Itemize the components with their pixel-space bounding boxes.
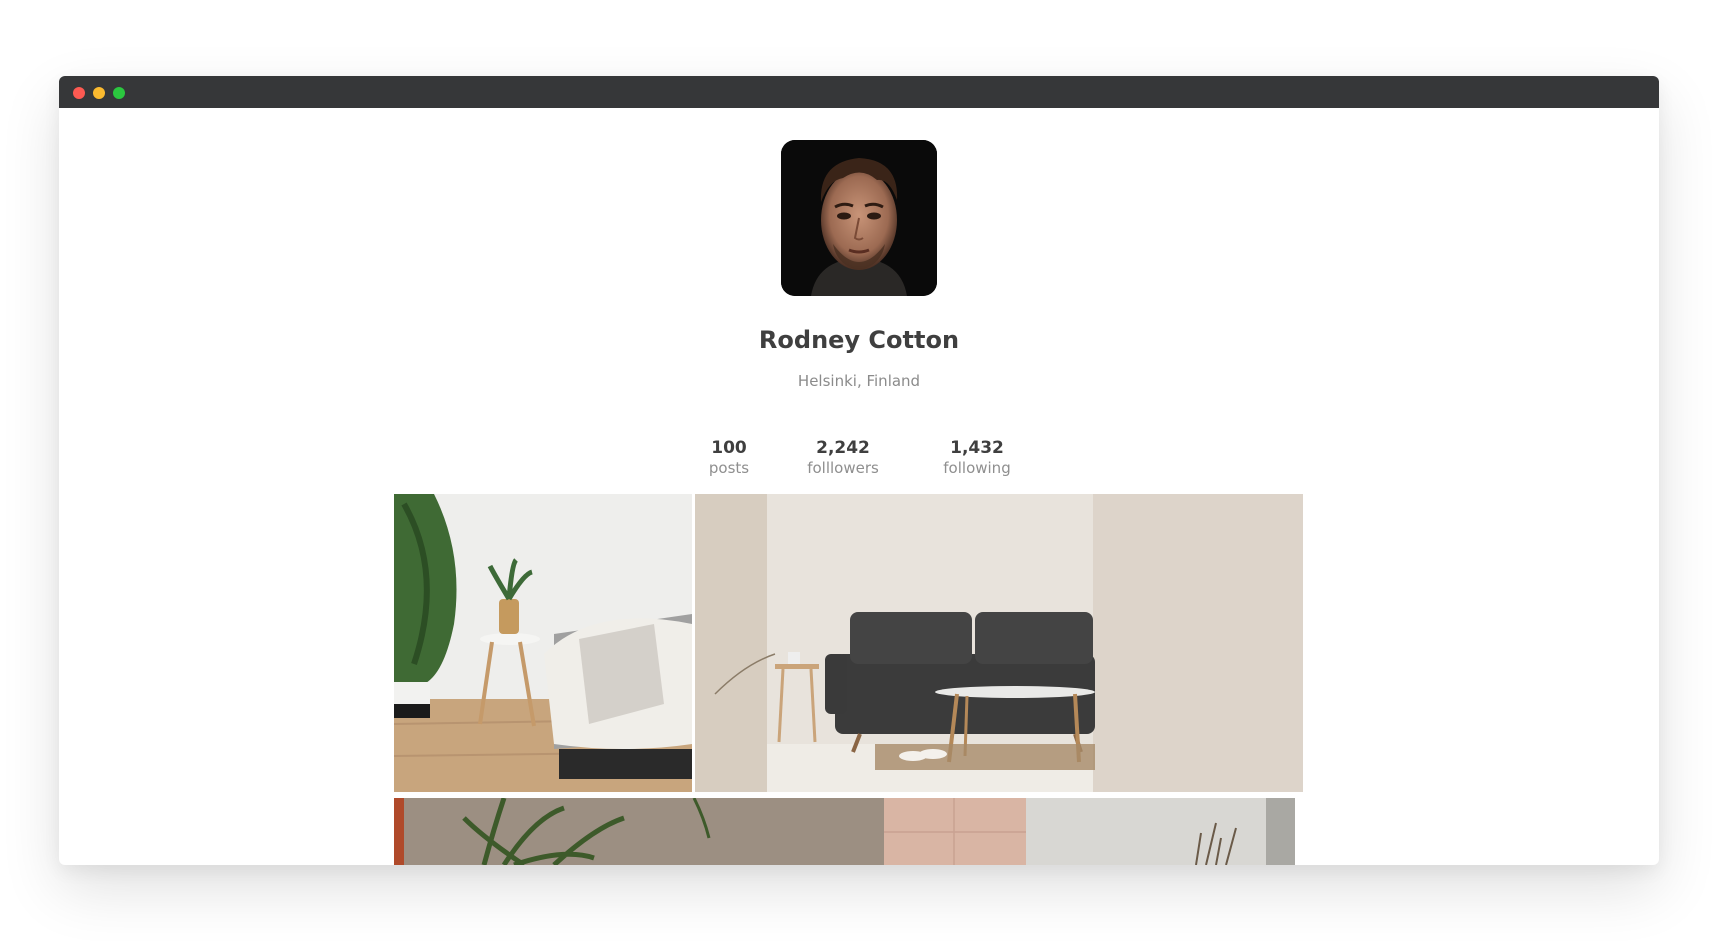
stat-following-label: following — [943, 459, 1011, 477]
stat-followers-value: 2,242 — [816, 438, 870, 458]
stat-posts[interactable]: 100 posts — [669, 438, 789, 478]
maximize-window-icon[interactable] — [113, 87, 125, 99]
grid-photo[interactable] — [394, 798, 884, 865]
profile-location: Helsinki, Finland — [797, 372, 921, 390]
window-titlebar — [59, 76, 1659, 108]
stat-following[interactable]: 1,432 following — [917, 438, 1037, 478]
minimize-window-icon[interactable] — [93, 87, 105, 99]
stat-followers[interactable]: 2,242 folllowers — [783, 438, 903, 478]
avatar[interactable] — [781, 140, 937, 296]
profile-name: Rodney Cotton — [758, 326, 960, 354]
stat-posts-value: 100 — [711, 438, 747, 458]
stat-posts-label: posts — [708, 459, 750, 477]
stat-followers-label: folllowers — [807, 459, 879, 477]
grid-photo[interactable] — [394, 494, 692, 792]
browser-window: Rodney Cotton Helsinki, Finland 100 post… — [59, 76, 1659, 865]
avatar-portrait-icon — [781, 140, 937, 296]
plant-wall-photo-icon — [394, 798, 884, 865]
close-window-icon[interactable] — [73, 87, 85, 99]
grid-photo[interactable] — [1026, 798, 1295, 865]
living-room-photo-icon — [695, 494, 1303, 792]
grid-photo[interactable] — [695, 494, 1303, 792]
pink-tile-photo-icon — [884, 798, 1026, 865]
bedroom-photo-icon — [394, 494, 692, 792]
vase-photo-icon — [1026, 798, 1295, 865]
profile-page: Rodney Cotton Helsinki, Finland 100 post… — [59, 108, 1659, 865]
grid-photo[interactable] — [884, 798, 1026, 865]
stat-following-value: 1,432 — [950, 438, 1004, 458]
